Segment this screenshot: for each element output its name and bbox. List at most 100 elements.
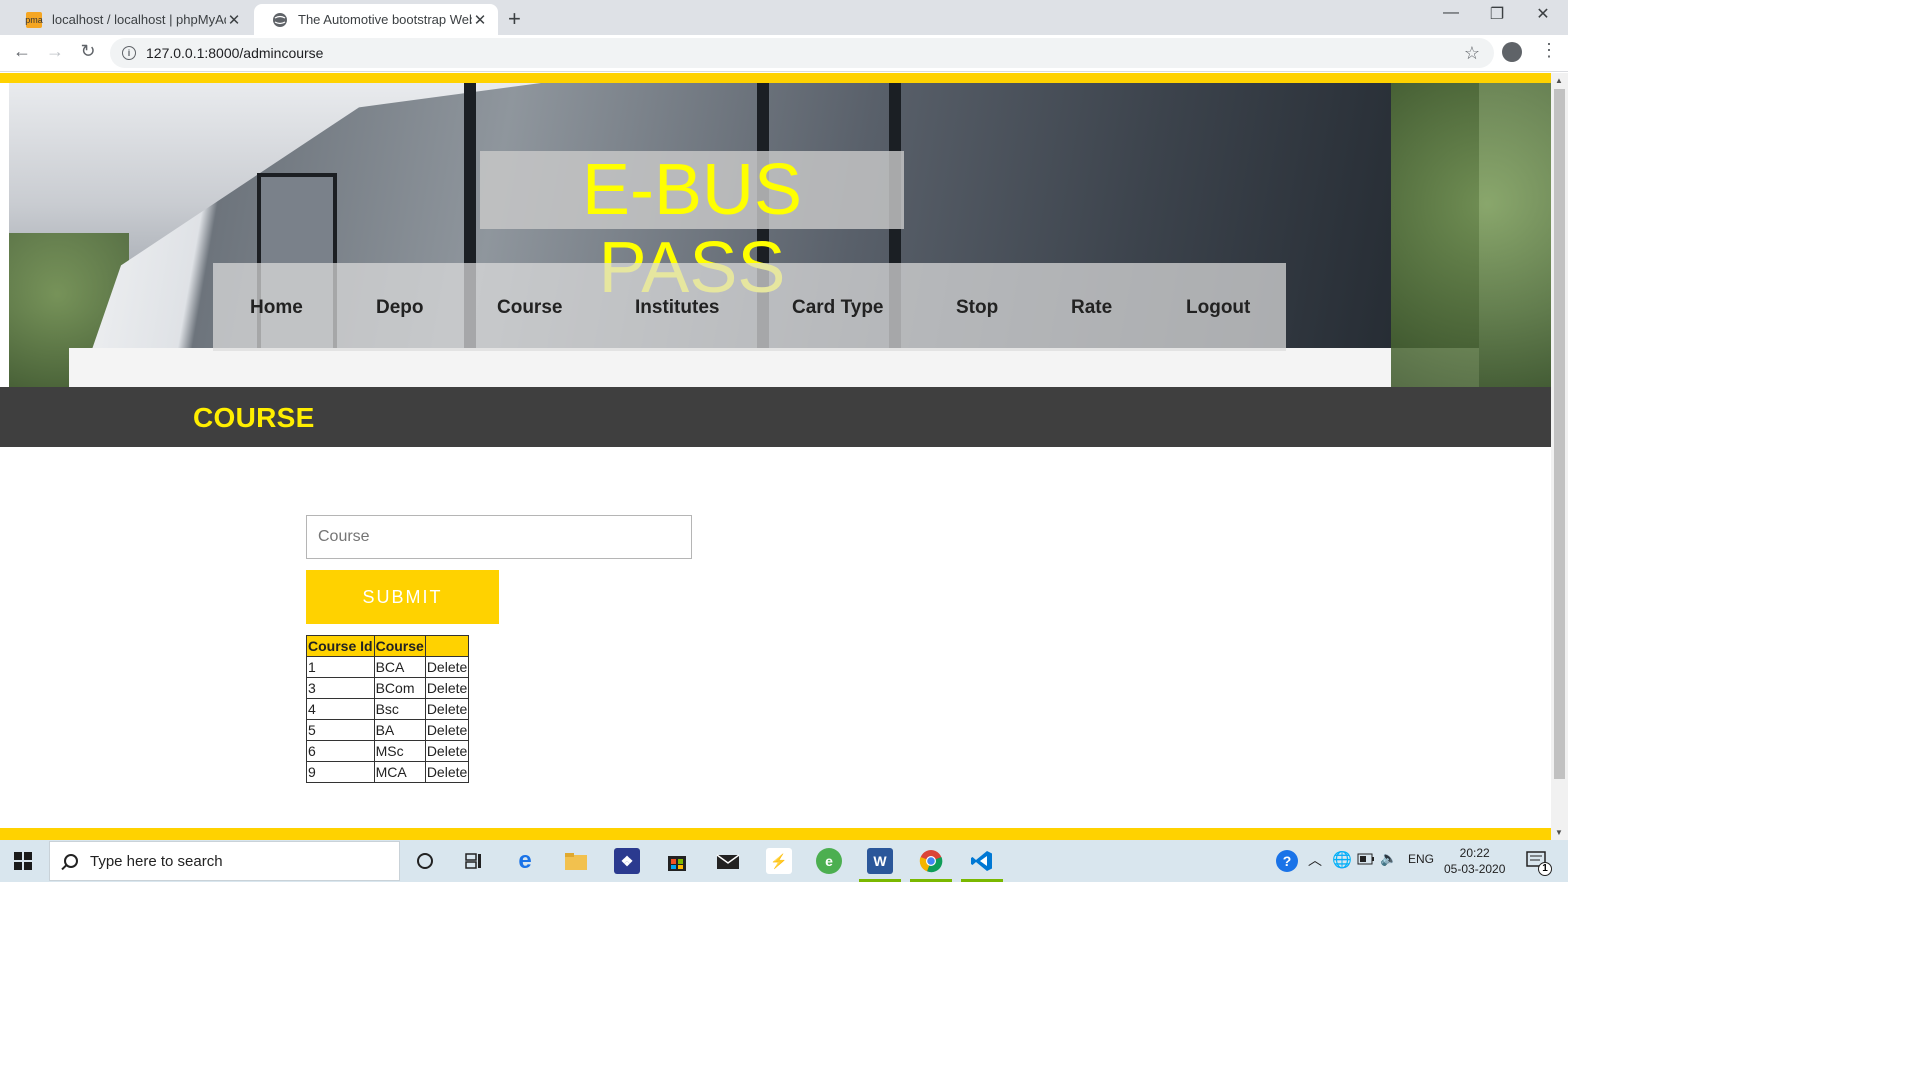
- table-row: 3 BCom Delete: [306, 677, 470, 699]
- tab-automotive-website[interactable]: The Automotive bootstrap Website ✕: [254, 4, 498, 35]
- dropbox-icon[interactable]: ❖: [614, 848, 640, 874]
- cortana-icon[interactable]: [412, 848, 438, 874]
- battery-icon[interactable]: [1357, 853, 1375, 868]
- restore-icon[interactable]: ❐: [1474, 4, 1520, 24]
- nav-stop[interactable]: Stop: [956, 297, 998, 319]
- nav-course[interactable]: Course: [497, 297, 562, 319]
- column-header-course: Course: [373, 635, 426, 657]
- edge-browser-icon[interactable]: e: [512, 847, 538, 874]
- cell-course-id: 5: [306, 719, 375, 741]
- mail-icon[interactable]: [715, 848, 741, 874]
- nav-home[interactable]: Home: [250, 297, 303, 319]
- delete-link[interactable]: Delete: [424, 677, 470, 699]
- back-arrow-icon[interactable]: ←: [10, 41, 34, 62]
- browser-toolbar: ← → ↻ i 127.0.0.1:8000/admincourse ☆ ⋮: [0, 35, 1568, 72]
- nav-depo[interactable]: Depo: [376, 297, 424, 319]
- page-viewport: E-BUS PASS Home Depo Course Institutes C…: [0, 73, 1551, 840]
- cell-course-id: 9: [306, 761, 375, 783]
- chrome-icon[interactable]: [910, 848, 952, 882]
- browser-menu-icon[interactable]: ⋮: [1540, 40, 1558, 61]
- nav-card-type[interactable]: Card Type: [792, 297, 884, 319]
- course-table: Course Id Course 1 BCA Delete 3 BCom Del…: [306, 635, 470, 783]
- delete-link[interactable]: Delete: [424, 698, 470, 720]
- store-icon[interactable]: [664, 848, 690, 874]
- scroll-down-arrow-icon[interactable]: ▼: [1555, 828, 1563, 837]
- hero-bus-skirt: [69, 348, 1479, 387]
- cell-course-id: 6: [306, 740, 375, 762]
- tab-close-icon[interactable]: ✕: [226, 11, 242, 29]
- address-bar[interactable]: i 127.0.0.1:8000/admincourse ☆: [110, 38, 1494, 68]
- notification-count-badge: 1: [1538, 862, 1552, 876]
- nav-rate[interactable]: Rate: [1071, 297, 1112, 319]
- cell-course: BCom: [373, 677, 426, 699]
- globe-favicon-icon: [272, 12, 288, 28]
- column-header-course-id: Course Id: [306, 635, 375, 657]
- page-heading-bar: COURSE: [0, 387, 1551, 447]
- nav-logout[interactable]: Logout: [1186, 297, 1250, 319]
- table-row: 4 Bsc Delete: [306, 698, 470, 720]
- cell-course: Bsc: [373, 698, 426, 720]
- cell-course-id: 3: [306, 677, 375, 699]
- windows-taskbar: Type here to search e ❖ ⚡ e W ? ︿ 🌐 🔈 EN…: [0, 840, 1568, 882]
- delete-link[interactable]: Delete: [424, 719, 470, 741]
- phpmyadmin-favicon-icon: pma: [25, 11, 43, 28]
- cell-course: MCA: [373, 761, 426, 783]
- table-row: 9 MCA Delete: [306, 761, 470, 783]
- volume-icon[interactable]: 🔈: [1380, 850, 1397, 867]
- taskbar-search-placeholder: Type here to search: [90, 852, 223, 870]
- account-avatar-icon[interactable]: [1502, 42, 1522, 62]
- site-brand-title: E-BUS PASS: [480, 151, 904, 307]
- windows-start-icon[interactable]: [14, 852, 32, 870]
- notification-center-icon[interactable]: 1: [1524, 848, 1552, 876]
- page-scrollbar[interactable]: ▲ ▼: [1551, 73, 1568, 840]
- delete-link[interactable]: Delete: [424, 761, 470, 783]
- main-nav: Home Depo Course Institutes Card Type St…: [213, 263, 1286, 351]
- cell-course-id: 4: [306, 698, 375, 720]
- vscode-icon[interactable]: [961, 848, 1003, 882]
- taskbar-clock[interactable]: 20:22 05-03-2020: [1444, 845, 1505, 877]
- cell-course: BA: [373, 719, 426, 741]
- table-row: 6 MSc Delete: [306, 740, 470, 762]
- help-icon[interactable]: ?: [1276, 850, 1298, 872]
- table-header-row: Course Id Course: [306, 635, 470, 657]
- nav-institutes[interactable]: Institutes: [635, 297, 719, 319]
- delete-link[interactable]: Delete: [424, 656, 470, 678]
- tab-close-icon[interactable]: ✕: [472, 11, 488, 29]
- submit-button[interactable]: SUBMIT: [306, 570, 499, 624]
- close-window-icon[interactable]: ✕: [1520, 4, 1566, 24]
- cell-course: BCA: [373, 656, 426, 678]
- scroll-up-arrow-icon[interactable]: ▲: [1555, 76, 1563, 85]
- url-text: 127.0.0.1:8000/admincourse: [146, 45, 324, 61]
- minimize-icon[interactable]: —: [1428, 4, 1474, 22]
- course-input[interactable]: [306, 515, 692, 559]
- taskbar-search-box[interactable]: Type here to search: [49, 841, 400, 881]
- tab-phpmyadmin[interactable]: pma localhost / localhost | phpMyAdmin ✕: [8, 4, 252, 35]
- forward-arrow-icon[interactable]: →: [43, 41, 67, 62]
- app-icon[interactable]: ⚡: [766, 848, 792, 874]
- reload-icon[interactable]: ↻: [76, 41, 100, 62]
- network-globe-icon[interactable]: 🌐: [1332, 850, 1352, 870]
- column-header-action: [424, 635, 470, 657]
- tab-title: The Automotive bootstrap Website: [298, 12, 472, 27]
- clock-date: 05-03-2020: [1444, 862, 1506, 876]
- search-icon: [64, 854, 78, 868]
- file-explorer-icon[interactable]: [563, 848, 589, 874]
- chevron-up-icon[interactable]: ︿: [1308, 850, 1322, 870]
- new-tab-plus-icon[interactable]: +: [508, 6, 521, 32]
- language-indicator[interactable]: ENG: [1408, 852, 1434, 866]
- green-app-icon[interactable]: e: [816, 848, 842, 874]
- site-info-icon[interactable]: i: [122, 46, 136, 60]
- delete-link[interactable]: Delete: [424, 740, 470, 762]
- bookmark-star-icon[interactable]: ☆: [1464, 43, 1480, 64]
- cell-course-id: 1: [306, 656, 375, 678]
- word-icon[interactable]: W: [859, 848, 901, 882]
- task-view-icon[interactable]: [461, 848, 487, 874]
- scrollbar-thumb[interactable]: [1554, 89, 1565, 779]
- hero-trees-right: [1391, 83, 1551, 387]
- top-accent-strip: [0, 73, 1551, 83]
- browser-tab-strip: pma localhost / localhost | phpMyAdmin ✕…: [0, 0, 1568, 35]
- table-row: 5 BA Delete: [306, 719, 470, 741]
- clock-time: 20:22: [1459, 846, 1490, 860]
- table-row: 1 BCA Delete: [306, 656, 470, 678]
- cell-course: MSc: [373, 740, 426, 762]
